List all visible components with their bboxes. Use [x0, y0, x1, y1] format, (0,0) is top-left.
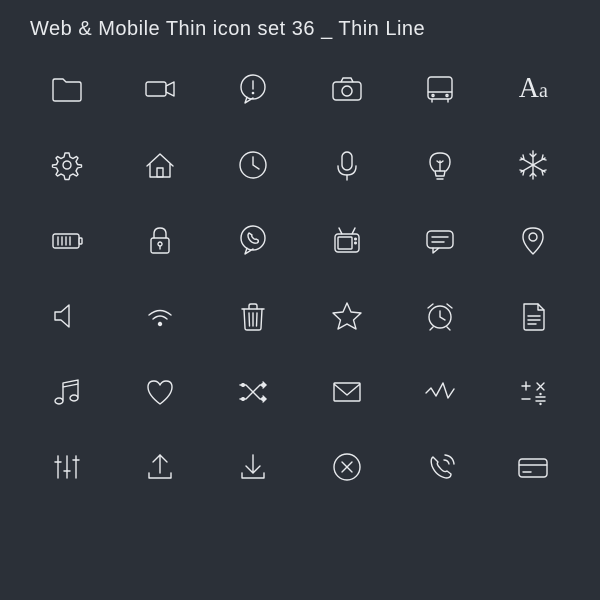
- shuffle-icon: [235, 374, 271, 410]
- chat-icon: [422, 222, 458, 258]
- math-icon: [515, 374, 551, 410]
- alarm-clock-icon: [422, 298, 458, 334]
- speaker-icon: [49, 298, 85, 334]
- home-icon: [142, 147, 178, 183]
- clock-icon: [235, 147, 271, 183]
- sliders-icon: [49, 449, 85, 485]
- tv-icon: [329, 222, 365, 258]
- credit-card-icon: [515, 449, 551, 485]
- typography-icon: Aa: [519, 73, 548, 105]
- page-title: Web & Mobile Thin icon set 36 _ Thin Lin…: [0, 0, 600, 51]
- wifi-icon: [142, 298, 178, 334]
- location-pin-icon: [515, 222, 551, 258]
- mail-icon: [329, 374, 365, 410]
- bus-icon: [422, 71, 458, 107]
- camera-icon: [329, 71, 365, 107]
- heart-icon: [142, 374, 178, 410]
- snowflake-icon: [515, 147, 551, 183]
- lock-icon: [142, 222, 178, 258]
- video-camera-icon: [142, 71, 178, 107]
- alert-bubble-icon: [235, 71, 271, 107]
- star-icon: [329, 298, 365, 334]
- document-icon: [515, 298, 551, 334]
- download-icon: [235, 449, 271, 485]
- close-circle-icon: [329, 449, 365, 485]
- upload-icon: [142, 449, 178, 485]
- battery-icon: [49, 222, 85, 258]
- lightbulb-icon: [422, 147, 458, 183]
- folder-icon: [49, 71, 85, 107]
- icon-grid: Aa: [20, 51, 580, 581]
- activity-icon: [422, 374, 458, 410]
- call-icon: [422, 449, 458, 485]
- microphone-icon: [329, 147, 365, 183]
- gear-icon: [49, 147, 85, 183]
- phone-bubble-icon: [235, 222, 271, 258]
- music-note-icon: [49, 374, 85, 410]
- trash-icon: [235, 298, 271, 334]
